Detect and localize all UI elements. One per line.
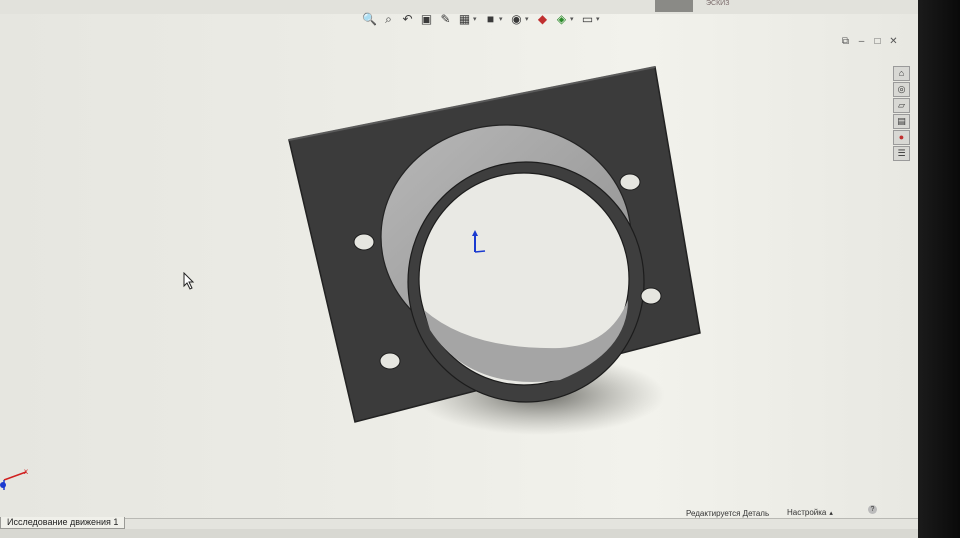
status-settings[interactable]: Настройка ▴	[787, 508, 833, 517]
mount-hole-bottom-right[interactable]	[640, 287, 662, 305]
status-bar	[0, 529, 918, 538]
help-icon[interactable]: ?	[868, 505, 877, 514]
status-editing-part: Редактируется Деталь	[686, 509, 770, 518]
reference-triad-icon: x	[0, 467, 28, 490]
mount-hole-top-left[interactable]	[353, 233, 375, 251]
chevron-up-icon[interactable]: ▴	[829, 510, 833, 517]
model-view[interactable]	[0, 0, 918, 538]
monitor-bezel	[918, 0, 960, 538]
motion-study-tab[interactable]: Исследование движения 1	[0, 517, 126, 529]
mouse-cursor-icon	[183, 272, 195, 290]
graphics-area[interactable]: ЭСКИЗ 🔍 ⌕ ↶ ▣ ✎ ▦ ▾ ■ ▾ ◉ ▾ ◆ ◈ ▾ ▭ ▾ ⧉ …	[0, 0, 918, 538]
status-settings-label[interactable]: Настройка	[787, 508, 826, 517]
svg-text:x: x	[24, 467, 28, 476]
mount-hole-top-right[interactable]	[619, 173, 641, 191]
mount-hole-bottom-left[interactable]	[379, 352, 401, 370]
